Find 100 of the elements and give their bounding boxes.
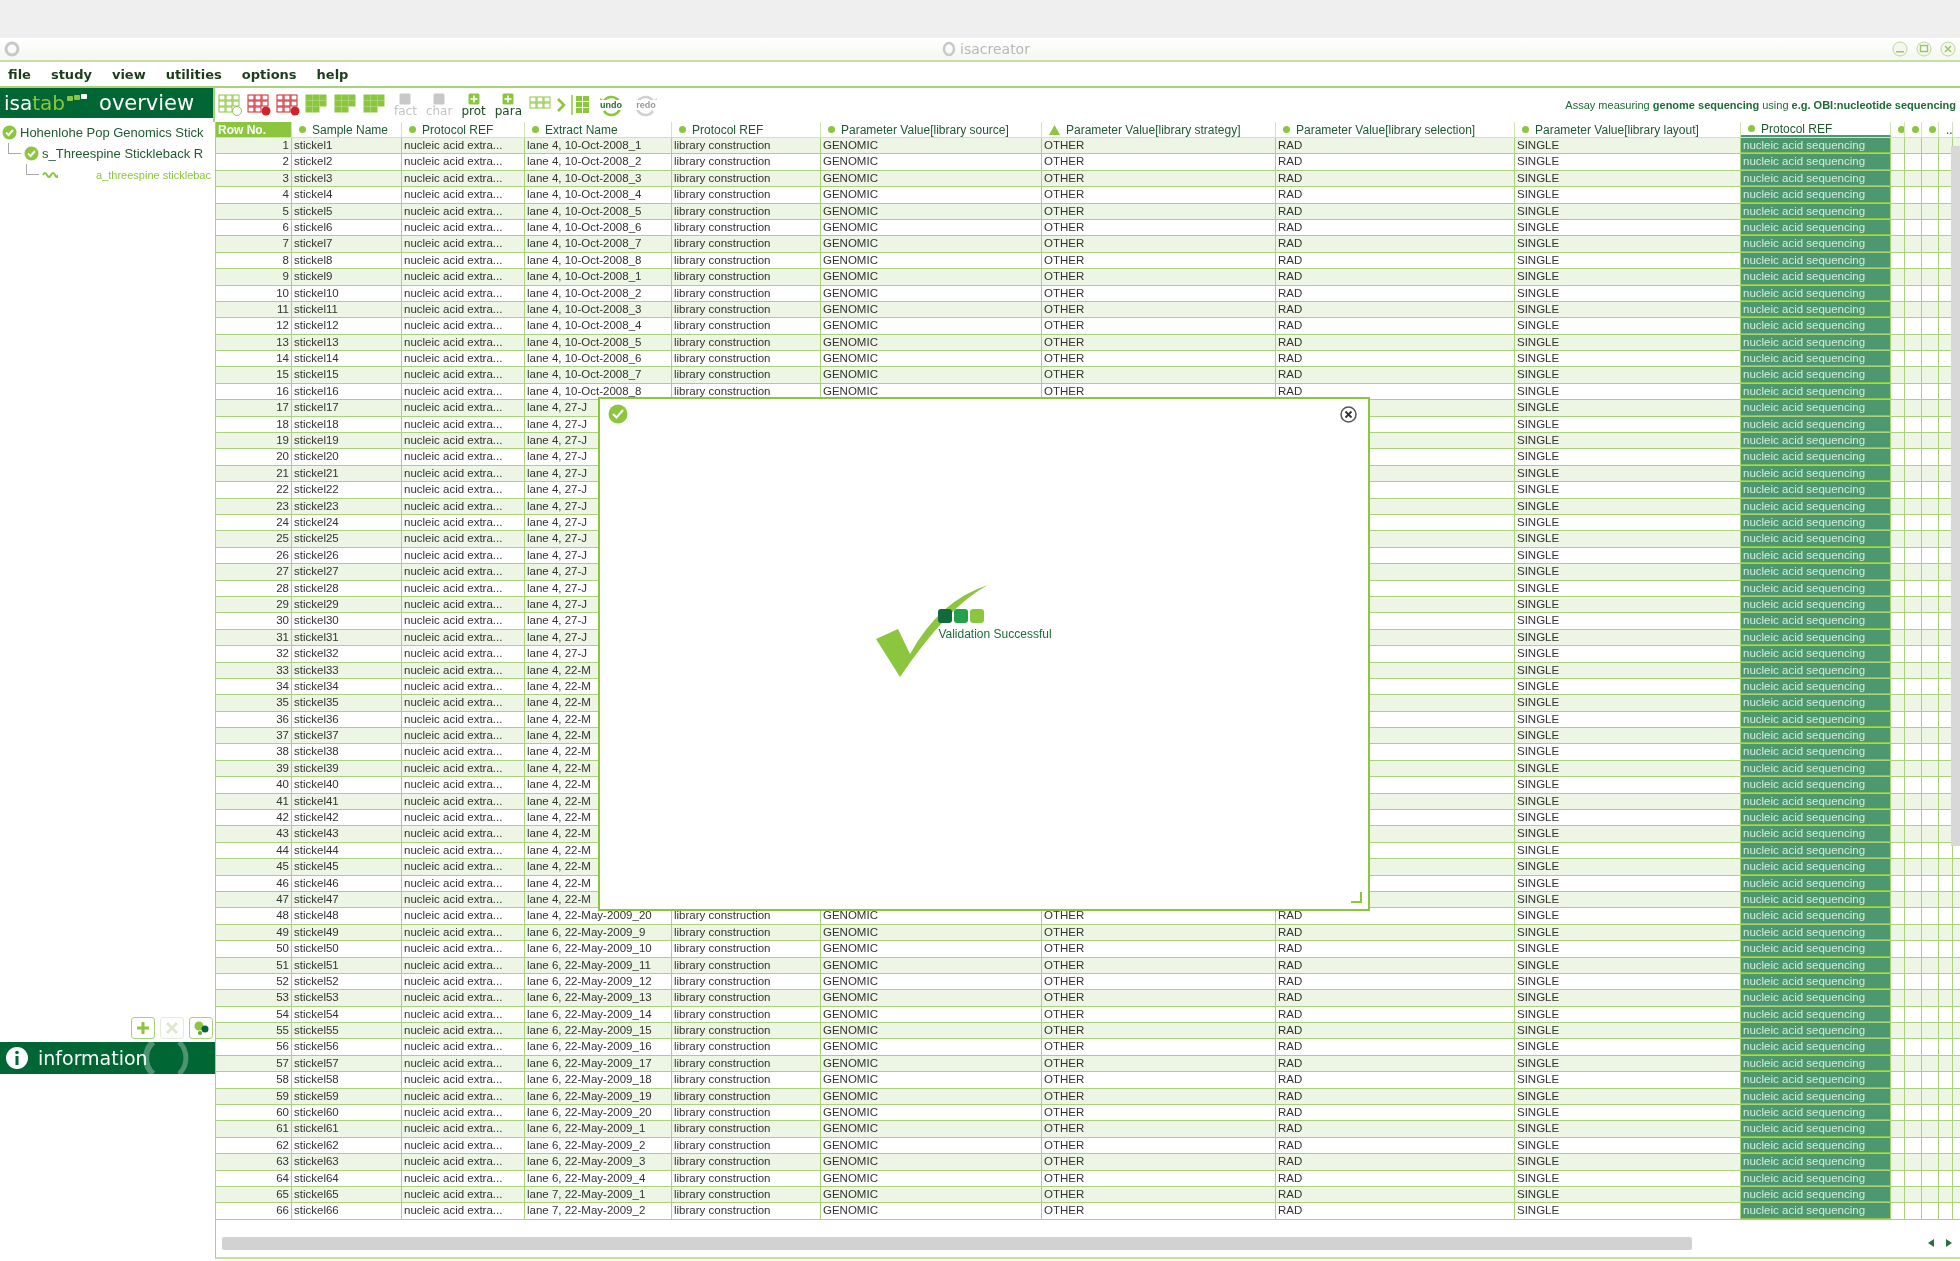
table-cell: OTHER [1042, 285, 1276, 301]
table-cell: 50 [216, 941, 292, 957]
app-icon [4, 41, 20, 57]
table-cell: nucleic acid extra... [402, 891, 525, 908]
table-cell: 8 [216, 252, 292, 269]
table-cell: 62 [216, 1137, 292, 1154]
scroll-left-icon[interactable] [1926, 1238, 1936, 1248]
add-button[interactable] [131, 1017, 155, 1039]
grid-icon[interactable] [247, 94, 271, 116]
table-cell: RAD [1276, 1121, 1515, 1137]
column-header[interactable]: Protocol REF [402, 122, 525, 137]
table-cell: RAD [1276, 1154, 1515, 1170]
column-header[interactable]: Protocol REF [672, 122, 821, 137]
table-cell: OTHER [1042, 236, 1276, 252]
table-cell: nucleic acid sequencing [1741, 318, 1891, 334]
table-cell: stickel35 [292, 695, 402, 711]
menu-item[interactable]: study [50, 66, 92, 82]
close-icon[interactable] [1340, 406, 1357, 423]
maximize-icon[interactable] [1916, 41, 1932, 57]
table-cell: GENOMIC [821, 941, 1042, 957]
table-cell: nucleic acid extra... [402, 564, 525, 580]
table-cell: 22 [216, 482, 292, 498]
table-cell: library construction [672, 236, 821, 252]
table-cell: 36 [216, 711, 292, 728]
table-cell: library construction [672, 367, 821, 383]
history-button[interactable]: undo [596, 92, 626, 118]
table-cell: GENOMIC [821, 1187, 1042, 1203]
toolbar-button[interactable]: prot [459, 92, 488, 118]
column-header[interactable]: Parameter Value[library strategy] [1042, 122, 1276, 137]
sidebar-heading: overview [99, 91, 195, 115]
table-cell: nucleic acid extra... [402, 1055, 525, 1072]
table-cell: OTHER [1042, 1170, 1276, 1186]
table-cell: 2 [216, 154, 292, 170]
table-cell: RAD [1276, 1137, 1515, 1154]
table-cell: nucleic acid sequencing [1741, 613, 1891, 629]
table-cell: lane 4, 10-Oct-2008_4 [525, 187, 672, 203]
table-cell: stickel17 [292, 400, 402, 416]
resize-grip-icon[interactable] [1350, 891, 1362, 903]
table-cell: RAD [1276, 351, 1515, 367]
column-header[interactable]: Extract Name [525, 122, 672, 137]
menu-item[interactable]: file [8, 66, 31, 82]
table-cell: nucleic acid extra... [402, 416, 525, 433]
menu-item[interactable]: options [241, 66, 297, 82]
table-cell: OTHER [1042, 219, 1276, 236]
table-cell: nucleic acid extra... [402, 760, 525, 777]
grid-icon[interactable] [276, 94, 300, 116]
vertical-scrollbar[interactable] [1951, 146, 1960, 846]
column-header[interactable]: Parameter Value[library layout] [1515, 122, 1741, 137]
information-bar[interactable]: information [0, 1042, 215, 1074]
menu-item[interactable]: help [316, 66, 349, 82]
table-cell: lane 6, 22-May-2009_16 [525, 1039, 672, 1055]
table-cell: 40 [216, 777, 292, 793]
table-cell: stickel7 [292, 236, 402, 252]
table-cell: 27 [216, 564, 292, 580]
table-cell: nucleic acid sequencing [1741, 154, 1891, 170]
menu-item[interactable]: view [111, 66, 146, 82]
column-header[interactable]: Parameter Value[library selection] [1276, 122, 1515, 137]
table-cell: library construction [672, 334, 821, 351]
table-cell: nucleic acid sequencing [1741, 695, 1891, 711]
table-cell: nucleic acid sequencing [1741, 138, 1891, 154]
table-cell: nucleic acid sequencing [1741, 187, 1891, 203]
table-cell: 39 [216, 760, 292, 777]
horizontal-scrollbar[interactable] [222, 1236, 1692, 1250]
table-cell: OTHER [1042, 170, 1276, 187]
column-header[interactable]: Parameter Value[library source] [821, 122, 1042, 137]
column-header[interactable]: Sample Name [292, 122, 402, 137]
table-cell: OTHER [1042, 351, 1276, 367]
table-cell: library construction [672, 1137, 821, 1154]
menu-item[interactable]: utilities [165, 66, 222, 82]
table-cell: stickel14 [292, 351, 402, 367]
table-cell: lane 6, 22-May-2009_9 [525, 924, 672, 941]
table-cell: 6 [216, 219, 292, 236]
table-cell: library construction [672, 1170, 821, 1186]
table-cell: nucleic acid extra... [402, 449, 525, 465]
table-cell: lane 4, 10-Oct-2008_2 [525, 154, 672, 170]
filter-button[interactable] [189, 1017, 213, 1039]
table-cell: nucleic acid extra... [402, 580, 525, 596]
table-cell: nucleic acid extra... [402, 285, 525, 301]
table-cell: stickel43 [292, 826, 402, 842]
table-cell: 30 [216, 613, 292, 629]
table-cell: stickel59 [292, 1088, 402, 1105]
table-cell: stickel54 [292, 1006, 402, 1023]
tree-item[interactable]: s_Threespine Stickleback R [42, 146, 204, 161]
table-cell: nucleic acid sequencing [1741, 1039, 1891, 1055]
table-cell: OTHER [1042, 334, 1276, 351]
table-cell: 10 [216, 285, 292, 301]
tree-item[interactable]: Hohenlohe Pop Genomics Stick [20, 125, 204, 140]
table-cell: 26 [216, 547, 292, 564]
table-cell: OTHER [1042, 973, 1276, 990]
minimize-icon[interactable] [1892, 41, 1908, 57]
table-cell: GENOMIC [821, 973, 1042, 990]
table-cell: RAD [1276, 1055, 1515, 1072]
scroll-right-icon[interactable] [1944, 1238, 1954, 1248]
table-cell: nucleic acid extra... [402, 842, 525, 859]
toolbar-button[interactable]: para [492, 92, 524, 118]
table-cell: stickel50 [292, 941, 402, 957]
chevron-icon[interactable] [556, 96, 566, 114]
table-cell: OTHER [1042, 1154, 1276, 1170]
table-cell: 64 [216, 1170, 292, 1186]
column-header[interactable]: .. [1939, 122, 1953, 137]
